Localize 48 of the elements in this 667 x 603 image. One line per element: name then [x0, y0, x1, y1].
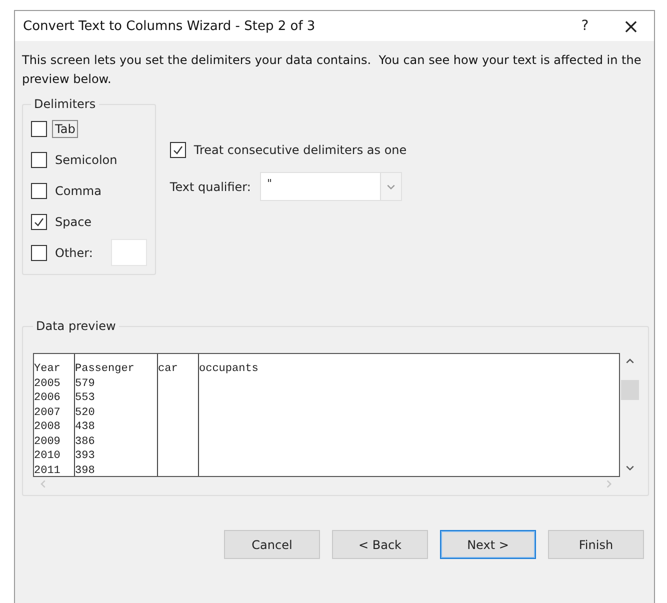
table-cell-text: 579 — [75, 376, 96, 391]
checkbox-label[interactable]: Tab — [52, 120, 78, 138]
scroll-thumb[interactable] — [621, 380, 639, 400]
instruction-text: This screen lets you set the delimiters your data contains. You can see how your text is affected in the preview below. — [22, 52, 642, 88]
table-cell-text: 2011 — [34, 464, 62, 476]
group-label: Data preview — [35, 319, 117, 333]
table-cell-text: 438 — [75, 420, 96, 434]
table-cell-text: 2007 — [34, 406, 62, 420]
check-icon — [33, 216, 45, 228]
dialog-button[interactable]: Next > — [440, 530, 536, 559]
group-label: Delimiters — [33, 97, 97, 111]
checkbox-label[interactable]: Space — [52, 212, 95, 230]
qualifier-dropdown[interactable]: " — [260, 172, 402, 201]
dropdown-value: " — [266, 176, 274, 192]
checkbox-label[interactable]: Other: — [52, 244, 96, 262]
field-label: Text qualifier: — [170, 180, 251, 194]
table-cell-text: 2010 — [34, 449, 62, 464]
dialog-button[interactable]: < Back — [332, 530, 428, 559]
checkbox-label[interactable]: Semicolon — [52, 150, 120, 168]
table-cell-text: 386 — [75, 434, 96, 449]
dialog-button[interactable]: Finish — [548, 530, 644, 559]
table-cell-text: occupants — [199, 362, 260, 376]
checkbox[interactable] — [170, 142, 186, 158]
checkbox[interactable] — [31, 120, 47, 136]
table-cell-text: 393 — [75, 449, 96, 464]
table-cell-text: 553 — [75, 391, 96, 406]
checkbox-label[interactable]: Comma — [52, 182, 104, 200]
checkbox-label[interactable]: Treat consecutive delimiters as one — [194, 143, 407, 157]
table-cell-text: 2006 — [34, 391, 62, 406]
table-cell-text: 398 — [75, 464, 96, 476]
table-cell-text: 2005 — [34, 376, 62, 391]
input-field[interactable] — [110, 239, 147, 266]
window-title: Convert Text to Columns Wizard - Step 2 of 3 — [23, 18, 316, 34]
help-button[interactable]: ? — [562, 11, 608, 41]
dialog-button[interactable]: Cancel — [224, 530, 320, 559]
table-cell-text: 520 — [75, 406, 96, 420]
close-button[interactable]: × — [608, 11, 654, 41]
checkbox[interactable] — [31, 244, 47, 260]
checkbox[interactable] — [31, 182, 47, 198]
checkbox[interactable] — [31, 152, 47, 168]
table-cell-text: Year — [34, 362, 62, 376]
scroll-down-icon[interactable] — [625, 463, 635, 473]
table-cell-text: 2008 — [34, 420, 62, 434]
table-cell-text: Passenger — [75, 362, 136, 376]
checkbox[interactable] — [31, 214, 47, 230]
check-icon — [172, 144, 184, 156]
table-cell-text: car — [158, 362, 179, 376]
table-cell-text: 2009 — [34, 434, 62, 449]
